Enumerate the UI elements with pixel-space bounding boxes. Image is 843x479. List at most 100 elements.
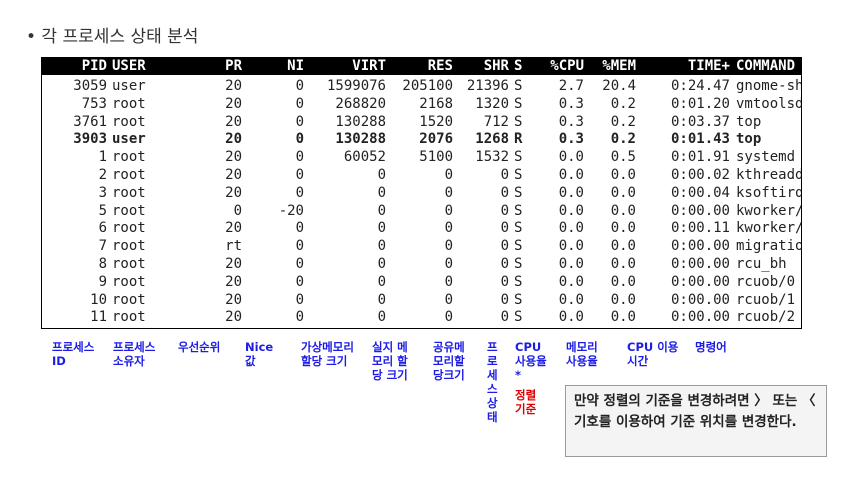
- cell-state: S: [514, 291, 523, 308]
- cell-ni: 0: [295, 78, 304, 94]
- cell-res: 0: [444, 220, 453, 237]
- cell-res: 0: [444, 202, 453, 219]
- cell-pid: 3903: [73, 131, 107, 148]
- col-header-state: S: [514, 58, 523, 74]
- process-row: 10 root 20 0 0 0 0 S 0.0 0.0 0:00.00 rcuob/1: [42, 292, 801, 309]
- legend-virt: 가상메모리 할당 크기: [301, 340, 354, 368]
- cell-virt: 130288: [335, 131, 386, 148]
- cell-ni: 0: [295, 309, 304, 326]
- col-header-ni: NI: [287, 58, 304, 74]
- cell-virt: 0: [377, 291, 386, 308]
- cell-ni: 0: [295, 131, 304, 148]
- process-row: 3903 user 20 0 130288 2076 1268 R 0.3 0.2 0:01.43 t…: [42, 131, 801, 148]
- cell-mem: 0.0: [610, 273, 636, 290]
- column-header-row: PID USER PR NI VIRT RES SHR S %CPU %MEM TIME+ COMMA…: [42, 58, 801, 75]
- cell-user: root: [112, 273, 146, 290]
- legend-user: 프로세스 소유자: [113, 340, 156, 368]
- cell-virt: 0: [377, 273, 386, 290]
- cell-state: S: [514, 167, 523, 183]
- cell-shr: 1320: [475, 95, 509, 112]
- cell-mem: 0.0: [610, 291, 636, 308]
- cell-res: 0: [444, 291, 453, 308]
- cell-res: 0: [444, 238, 453, 255]
- cell-command: rcu_bh: [736, 256, 787, 272]
- cell-virt: 0: [377, 184, 386, 201]
- legend-nice: Nice 값: [245, 340, 274, 368]
- cell-mem: 0.0: [610, 238, 636, 255]
- cell-cpu: 0.0: [558, 149, 584, 166]
- cell-virt: 60052: [343, 149, 386, 166]
- cell-state: S: [514, 149, 523, 166]
- col-header-res: RES: [427, 58, 453, 74]
- cell-command: kworker/u2+: [736, 220, 802, 237]
- cell-shr: 712: [483, 113, 509, 130]
- process-row: 3059 user 20 0 1599076 205100 21396 S 2.7 20.4 0:2…: [42, 78, 801, 95]
- cell-user: user: [112, 131, 146, 148]
- cell-pr: 20: [225, 131, 242, 148]
- cell-user: root: [112, 184, 146, 201]
- cell-cpu: 0.3: [558, 113, 584, 130]
- cell-time: 0:00.11: [670, 220, 730, 237]
- cell-virt: 0: [377, 309, 386, 326]
- cell-user: root: [112, 95, 146, 112]
- cell-pr: rt: [225, 238, 242, 255]
- cell-mem: 0.0: [610, 256, 636, 272]
- cell-cpu: 0.0: [558, 309, 584, 326]
- cell-command: vmtoolsd: [736, 95, 802, 112]
- cell-shr: 0: [500, 184, 509, 201]
- cell-time: 0:00.00: [670, 256, 730, 272]
- legend-time: CPU 이용 시간: [627, 340, 679, 368]
- cell-pr: 20: [225, 78, 242, 94]
- cell-virt: 268820: [335, 95, 386, 112]
- legend-state: 프 로 세 스 상 태: [487, 340, 498, 424]
- cell-virt: 0: [377, 256, 386, 272]
- cell-pid: 3761: [73, 113, 107, 130]
- process-row: 8 root 20 0 0 0 0 S 0.0 0.0 0:00.00 rcu_bh: [42, 256, 801, 273]
- process-row: 9 root 20 0 0 0 0 S 0.0 0.0 0:00.00 rcuob/0: [42, 274, 801, 291]
- cell-cpu: 0.0: [558, 291, 584, 308]
- process-row: 1 root 20 0 60052 5100 1532 S 0.0 0.5 0:01.91 syste…: [42, 149, 801, 166]
- process-row: 3root200000S0.00.00:00.04ksoftirqd/0: [42, 185, 801, 202]
- cell-res: 2168: [419, 95, 453, 112]
- cell-ni: 0: [295, 113, 304, 130]
- cell-command: migration/0: [736, 238, 802, 255]
- cell-virt: 1599076: [326, 78, 386, 94]
- cell-pid: 9: [98, 273, 107, 290]
- cell-cpu: 0.0: [558, 256, 584, 272]
- cell-ni: 0: [295, 95, 304, 112]
- cell-cpu: 0.0: [558, 238, 584, 255]
- cell-user: root: [112, 238, 146, 255]
- cell-virt: 130288: [335, 113, 386, 130]
- cell-virt: 0: [377, 220, 386, 237]
- cell-pid: 8: [98, 256, 107, 272]
- cell-cpu: 0.0: [558, 184, 584, 201]
- cell-time: 0:24.47: [670, 78, 730, 94]
- cell-command: kthreadd: [736, 167, 802, 183]
- process-row: 5root0-20000S0.00.00:00.00kworker/0:+: [42, 203, 801, 220]
- cell-ni: 0: [295, 256, 304, 272]
- col-header-mem: %MEM: [602, 58, 636, 74]
- cell-state: S: [514, 273, 523, 290]
- cell-virt: 0: [377, 167, 386, 183]
- cell-shr: 0: [500, 167, 509, 183]
- cell-command: rcuob/0: [736, 273, 796, 290]
- cell-time: 0:00.00: [670, 291, 730, 308]
- sort-note: 만약 정렬의 기준을 변경하려면 〉 또는 〈 기호를 이용하여 기준 위치를 …: [565, 385, 827, 457]
- col-header-shr: SHR: [483, 58, 509, 74]
- process-row: 11 root 20 0 0 0 0 S 0.0 0.0 0:00.00 rcuob/2: [42, 309, 801, 326]
- cell-time: 0:01.43: [670, 131, 730, 148]
- cell-ni: 0: [295, 184, 304, 201]
- cell-shr: 0: [500, 273, 509, 290]
- cell-pr: 20: [225, 167, 242, 183]
- legend-pid: 프로세스 ID: [52, 340, 95, 368]
- cell-mem: 0.0: [610, 220, 636, 237]
- col-header-virt: VIRT: [352, 58, 386, 74]
- cell-virt: 0: [377, 202, 386, 219]
- cell-pid: 2: [98, 167, 107, 183]
- cell-state: S: [514, 309, 523, 326]
- top-terminal-output: PID USER PR NI VIRT RES SHR S %CPU %MEM TIME+ COMMA…: [41, 57, 802, 329]
- cell-shr: 0: [500, 238, 509, 255]
- cell-cpu: 0.0: [558, 273, 584, 290]
- cell-pid: 3: [98, 184, 107, 201]
- col-header-pr: PR: [225, 58, 242, 74]
